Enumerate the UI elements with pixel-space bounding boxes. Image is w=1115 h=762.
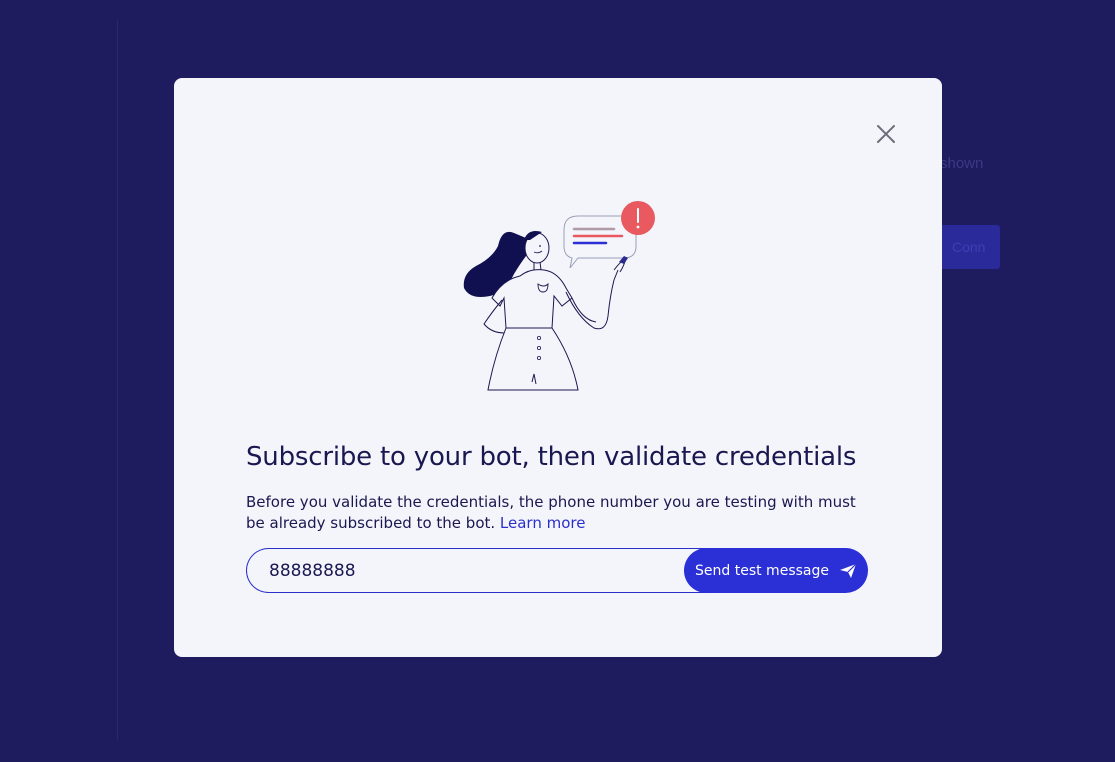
modal-description: Before you validate the credentials, the… <box>246 492 866 534</box>
subscribe-modal: Subscribe to your bot, then validate cre… <box>174 78 942 657</box>
background-partial-text: shown <box>940 155 984 172</box>
send-test-message-button[interactable]: Send test message <box>684 548 868 593</box>
close-icon <box>877 125 895 143</box>
background-connect-button: Conn <box>942 225 1000 269</box>
send-paper-plane-icon <box>839 563 857 578</box>
close-button[interactable] <box>874 122 898 146</box>
test-message-form: Send test message <box>246 548 868 593</box>
send-button-label: Send test message <box>695 562 829 579</box>
modal-title: Subscribe to your bot, then validate cre… <box>246 442 857 472</box>
learn-more-link[interactable]: Learn more <box>500 514 586 532</box>
woman-with-alert-message-illustration <box>463 201 655 391</box>
background-divider <box>117 20 118 740</box>
phone-number-input[interactable] <box>246 548 716 593</box>
